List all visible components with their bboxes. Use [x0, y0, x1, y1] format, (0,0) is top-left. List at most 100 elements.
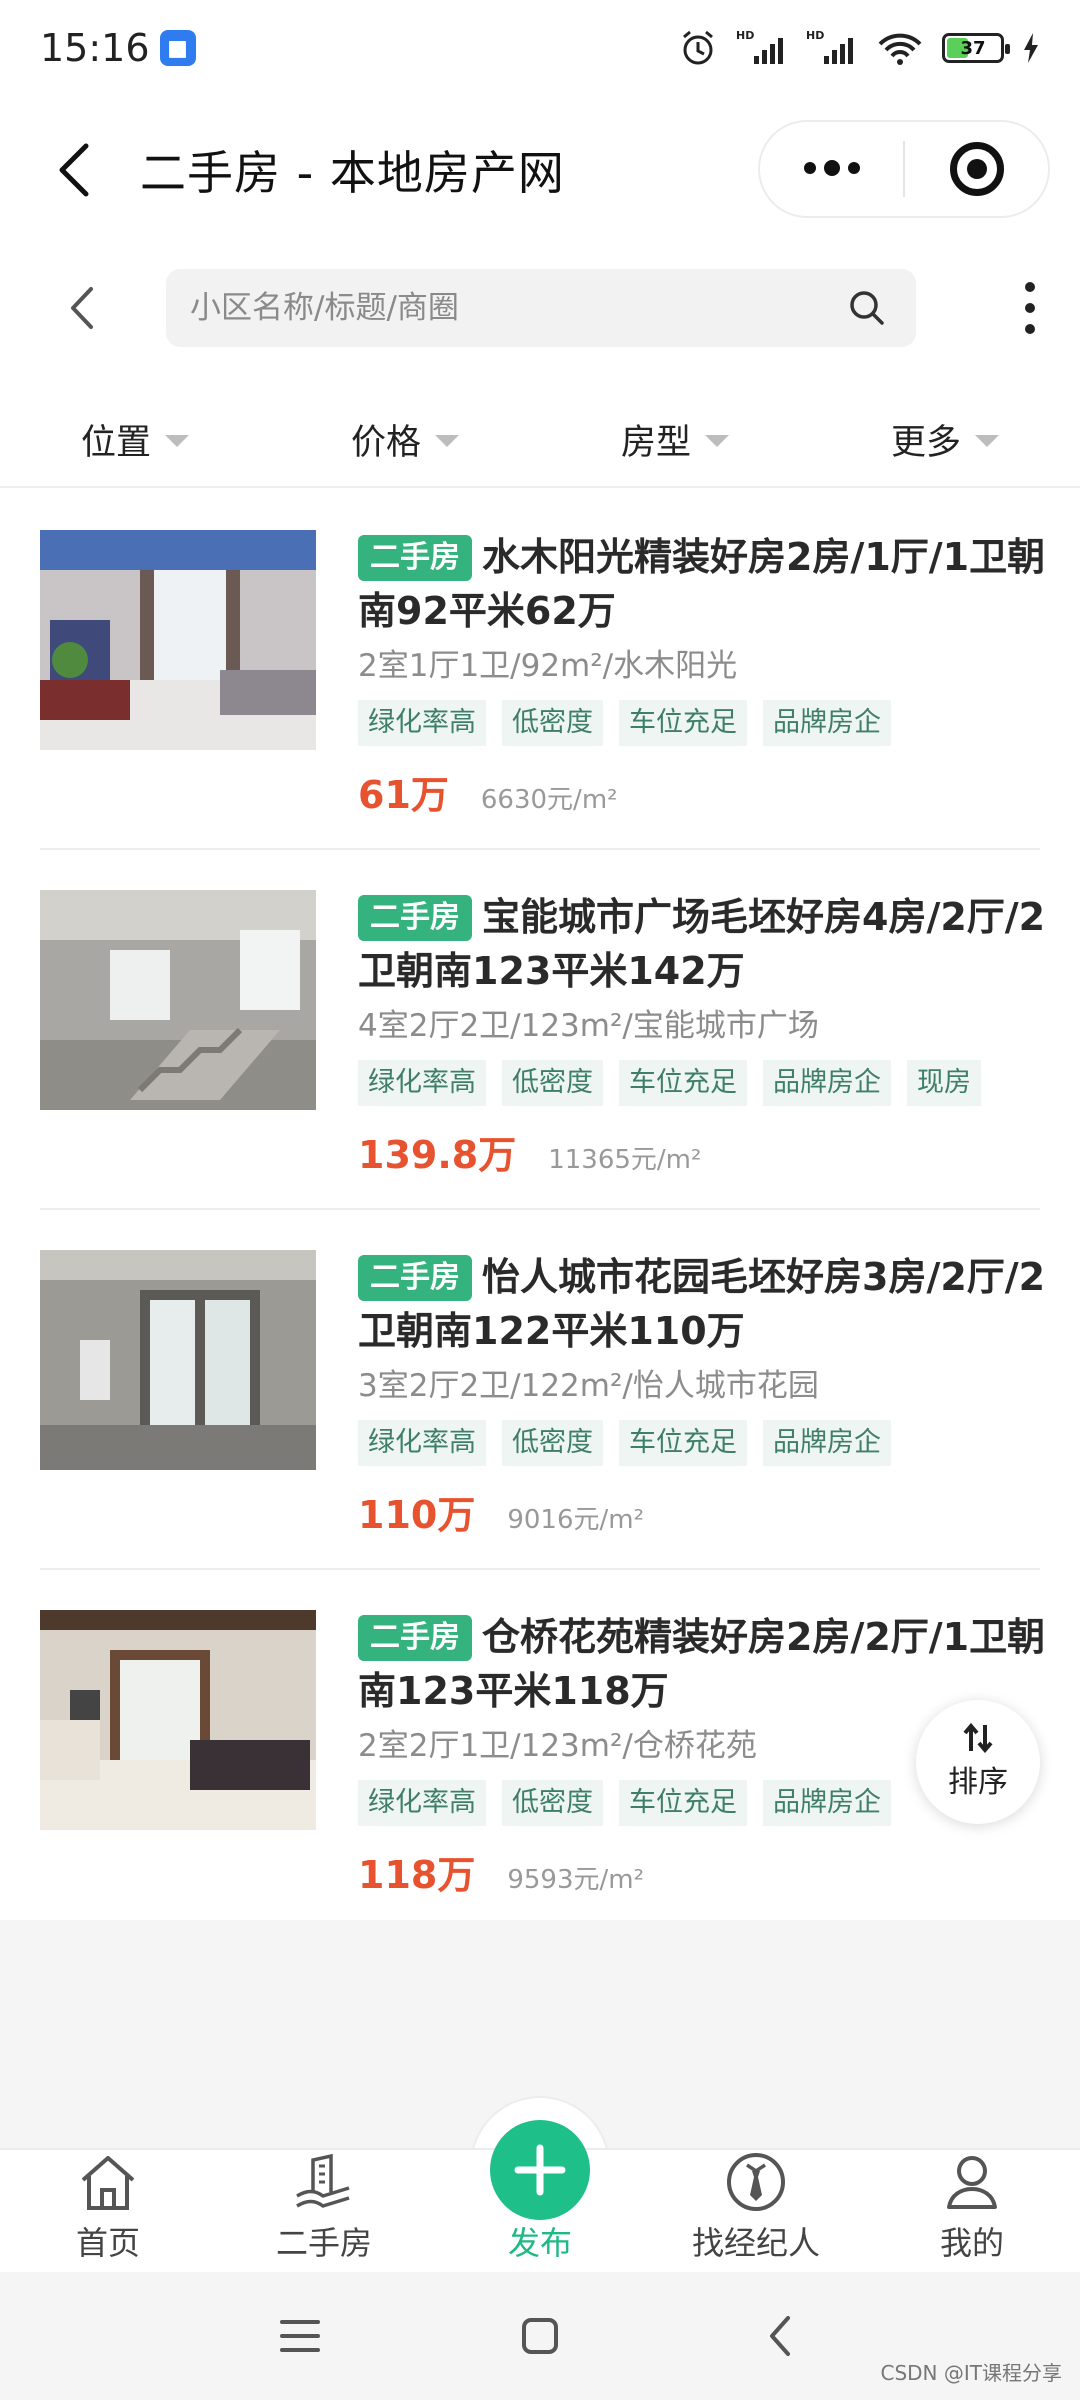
tab-label: 我的: [939, 2224, 1004, 2262]
watermark: CSDN @IT课程分享: [880, 2361, 1063, 2385]
listing-title: 二手房 宝能城市广场毛坯好房4房/2厅/2卫朝南123平米142万: [358, 890, 1078, 998]
search-box[interactable]: [166, 269, 916, 347]
battery-icon: 37: [942, 33, 1010, 63]
agent-tie-icon: [721, 2150, 791, 2214]
status-bar: 15:16 ■ HD HD 37: [0, 0, 1080, 96]
filter-more[interactable]: 更多: [810, 392, 1080, 486]
tab-mine[interactable]: 我的: [864, 2150, 1080, 2272]
alarm-icon: [678, 28, 718, 68]
system-back-button[interactable]: [740, 2296, 820, 2376]
battery-level: 37: [960, 37, 986, 59]
publish-button[interactable]: [490, 2120, 590, 2220]
back-arrow-icon: [59, 143, 89, 197]
chevron-left-icon: [71, 287, 93, 329]
app-notification-icon: ■: [159, 30, 196, 66]
charging-icon: [1022, 33, 1040, 63]
listing-tags: 绿化率高 低密度 车位充足 品牌房企: [358, 700, 1078, 746]
filter-label: 更多: [890, 422, 961, 463]
page: 15:16 ■ HD HD 37 二手房 - 本地房产网 小区名称/标题/商圈 …: [0, 0, 1080, 2400]
listing-price: 139.8万: [358, 1133, 517, 1177]
network-label-2: HD: [806, 29, 824, 42]
sort-arrows-icon: [963, 1723, 993, 1753]
caret-down-icon: [975, 435, 999, 447]
search-row: [0, 260, 1080, 356]
listing-photo: [40, 890, 316, 1110]
signal-icon-1: HD: [736, 28, 788, 68]
caret-down-icon: [165, 435, 189, 447]
listing-tags: 绿化率高 低密度 车位充足 品牌房企: [358, 1420, 1078, 1466]
home-button[interactable]: [500, 2296, 580, 2376]
caret-down-icon: [435, 435, 459, 447]
recent-apps-button[interactable]: [260, 2296, 340, 2376]
listing-tag: 低密度: [502, 1420, 603, 1466]
search-back-button[interactable]: [42, 268, 122, 348]
listing-card[interactable]: 二手房 宝能城市广场毛坯好房4房/2厅/2卫朝南123平米142万 4室2厅2卫/…: [40, 850, 1045, 1210]
listing-tag: 品牌房企: [763, 1060, 891, 1106]
sort-label: 排序: [948, 1765, 1008, 1800]
square-icon: [522, 2318, 558, 2354]
tab-find-agent[interactable]: 找经纪人: [648, 2150, 864, 2272]
listing-tag: 车位充足: [619, 1060, 747, 1106]
close-mini-program-button[interactable]: [905, 122, 1048, 216]
listing-tag: 品牌房企: [763, 1420, 891, 1466]
listing-type-badge: 二手房: [358, 1615, 472, 1661]
status-icons: HD HD 37: [678, 28, 1040, 68]
listing-title: 二手房 怡人城市花园毛坯好房3房/2厅/2卫朝南122平米110万: [358, 1250, 1078, 1358]
listing-tag: 现房: [907, 1060, 981, 1106]
listing-tags: 绿化率高 低密度 车位充足 品牌房企 现房: [358, 1060, 1078, 1106]
filter-label: 位置: [80, 422, 151, 463]
listing-card[interactable]: 二手房 水木阳光精装好房2房/1厅/1卫朝南92平米62万 2室1厅1卫/92m²…: [40, 490, 1045, 850]
listing-subtitle: 4室2厅2卫/123m²/宝能城市广场: [358, 1008, 819, 1044]
listing-price-row: 139.8万 11365元/m²: [358, 1124, 1078, 1179]
listing-tag: 车位充足: [619, 1780, 747, 1826]
user-icon: [937, 2150, 1007, 2214]
listing-info: 二手房 宝能城市广场毛坯好房4房/2厅/2卫朝南123平米142万 4室2厅2卫/…: [358, 890, 1078, 1179]
search-icon[interactable]: [842, 283, 892, 333]
building-icon: [289, 2150, 359, 2214]
more-dots-icon: [803, 160, 860, 176]
filter-price[interactable]: 价格: [270, 392, 540, 486]
sort-button[interactable]: 排序: [916, 1700, 1040, 1824]
listing-card[interactable]: 二手房 怡人城市花园毛坯好房3房/2厅/2卫朝南122平米110万 3室2厅2卫/…: [40, 1210, 1045, 1570]
listing-list: 二手房 水木阳光精装好房2房/1厅/1卫朝南92平米62万 2室1厅1卫/92m²…: [40, 490, 1045, 1930]
filter-label: 价格: [350, 422, 421, 463]
listing-tag: 低密度: [502, 1060, 603, 1106]
listing-subtitle: 3室2厅2卫/122m²/怡人城市花园: [358, 1368, 819, 1404]
tab-label: 找经纪人: [691, 2224, 820, 2262]
search-input[interactable]: [190, 290, 842, 326]
tab-label: 发布: [507, 2224, 572, 2262]
tab-home[interactable]: 首页: [0, 2150, 216, 2272]
menu-icon: [280, 2320, 320, 2352]
listing-subtitle: 2室1厅1卫/92m²/水木阳光: [358, 648, 738, 684]
listing-tag: 绿化率高: [358, 700, 486, 746]
tab-secondhand[interactable]: 二手房: [216, 2150, 432, 2272]
filter-layout[interactable]: 房型: [540, 392, 810, 486]
filter-location[interactable]: 位置: [0, 392, 270, 486]
more-menu-button[interactable]: [760, 122, 903, 216]
listing-tag: 绿化率高: [358, 1060, 486, 1106]
kebab-menu-icon[interactable]: [1000, 268, 1060, 348]
listing-unit-price: 9593元/m²: [507, 1865, 645, 1895]
listing-tag: 低密度: [502, 700, 603, 746]
listing-title: 二手房 水木阳光精装好房2房/1厅/1卫朝南92平米62万: [358, 530, 1078, 638]
home-icon: [73, 2150, 143, 2214]
listing-price-row: 61万 6630元/m²: [358, 764, 1078, 819]
network-label-1: HD: [736, 29, 754, 42]
listing-price-row: 118万 9593元/m²: [358, 1844, 1078, 1899]
listing-price: 118万: [358, 1853, 476, 1897]
listing-tag: 车位充足: [619, 700, 747, 746]
listing-unit-price: 11365元/m²: [548, 1145, 702, 1175]
wifi-icon: [876, 28, 924, 68]
listing-tag: 绿化率高: [358, 1780, 486, 1826]
back-button[interactable]: [34, 130, 114, 210]
listing-tag: 品牌房企: [763, 700, 891, 746]
listing-photo: [40, 1250, 316, 1470]
plus-icon: [514, 2144, 566, 2196]
caret-down-icon: [705, 435, 729, 447]
listing-photo: [40, 530, 316, 750]
listing-card[interactable]: 二手房 仓桥花苑精装好房2房/2厅/1卫朝南123平米118万 2室2厅1卫/12…: [40, 1570, 1045, 1930]
chevron-left-icon: [770, 2316, 790, 2356]
listing-tag: 低密度: [502, 1780, 603, 1826]
listing-info: 二手房 水木阳光精装好房2房/1厅/1卫朝南92平米62万 2室1厅1卫/92m²…: [358, 530, 1078, 819]
listing-type-badge: 二手房: [358, 535, 472, 581]
